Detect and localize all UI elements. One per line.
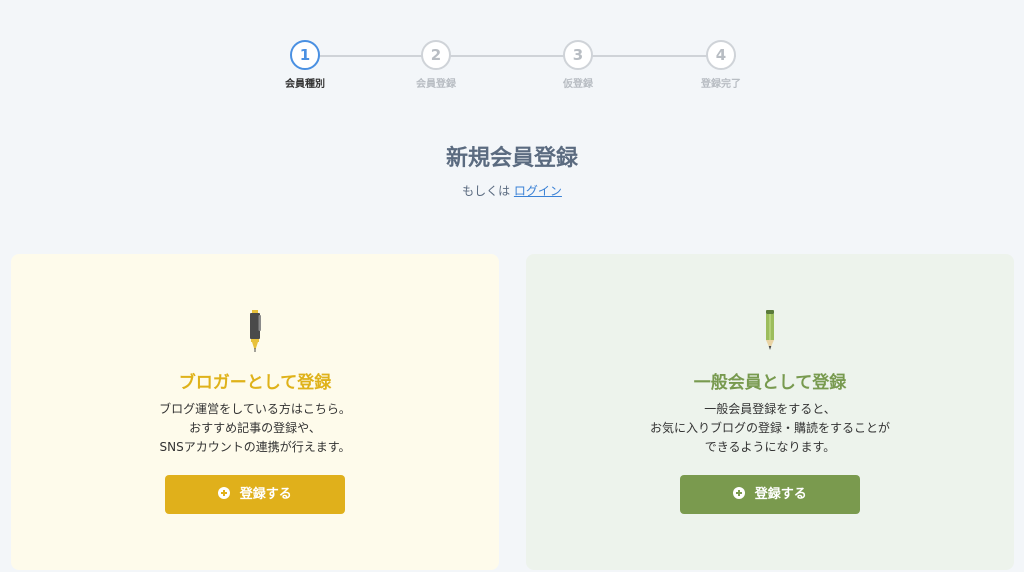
step-2-number: 2 bbox=[421, 40, 451, 70]
page-heading: 新規会員登録 もしくは ログイン bbox=[0, 140, 1024, 199]
general-desc-line: できるようになります。 bbox=[704, 440, 836, 454]
step-1-label: 会員種別 bbox=[285, 79, 325, 90]
step-2-label: 会員登録 bbox=[416, 79, 456, 90]
step-3-label: 仮登録 bbox=[563, 79, 593, 90]
page-title: 新規会員登録 bbox=[445, 146, 578, 171]
step-4: 4 登録完了 bbox=[681, 40, 761, 90]
blogger-desc-line: おすすめ記事の登録や、 bbox=[189, 421, 321, 435]
blogger-register-button[interactable]: 登録する bbox=[165, 475, 345, 514]
blogger-card-title: ブロガーとして登録 bbox=[178, 373, 332, 393]
general-card-description: 一般会員登録をすると、 お気に入りブログの登録・購読をすることが できるようにな… bbox=[526, 400, 1014, 457]
step-2: 2 会員登録 bbox=[396, 40, 476, 90]
step-4-number: 4 bbox=[706, 40, 736, 70]
step-3-number: 3 bbox=[563, 40, 593, 70]
pencil-icon bbox=[766, 310, 774, 350]
stepper-track bbox=[305, 55, 736, 57]
general-desc-line: お気に入りブログの登録・購読をすることが bbox=[649, 421, 890, 435]
login-prompt-text: もしくは bbox=[462, 184, 511, 198]
login-prompt: もしくは ログイン bbox=[0, 182, 1024, 199]
step-4-label: 登録完了 bbox=[701, 79, 741, 90]
blogger-card-description: ブログ運営をしている方はこちら。 おすすめ記事の登録や、 SNSアカウントの連携… bbox=[11, 400, 499, 457]
blogger-desc-line: SNSアカウントの連携が行えます。 bbox=[159, 440, 351, 454]
step-3: 3 仮登録 bbox=[538, 40, 618, 90]
blogger-desc-line: ブログ運営をしている方はこちら。 bbox=[159, 402, 351, 416]
step-1: 1 会員種別 bbox=[265, 40, 345, 90]
general-card-title: 一般会員として登録 bbox=[693, 373, 847, 393]
general-member-card: 一般会員として登録 一般会員登録をすると、 お気に入りブログの登録・購読をするこ… bbox=[526, 254, 1014, 570]
general-desc-line: 一般会員登録をすると、 bbox=[704, 402, 836, 416]
general-register-label: 登録する bbox=[754, 487, 807, 502]
blogger-register-label: 登録する bbox=[239, 487, 292, 502]
pen-icon bbox=[250, 310, 261, 352]
blogger-card: ブロガーとして登録 ブログ運営をしている方はこちら。 おすすめ記事の登録や、 S… bbox=[11, 254, 499, 570]
registration-page: 1 会員種別 2 会員登録 3 仮登録 4 登録完了 新規会員登録 もしくは ロ… bbox=[0, 0, 1024, 572]
login-link[interactable]: ログイン bbox=[514, 184, 562, 198]
plus-circle-icon bbox=[733, 487, 746, 499]
step-1-number: 1 bbox=[290, 40, 320, 70]
plus-circle-icon bbox=[218, 487, 231, 499]
general-register-button[interactable]: 登録する bbox=[680, 475, 860, 514]
